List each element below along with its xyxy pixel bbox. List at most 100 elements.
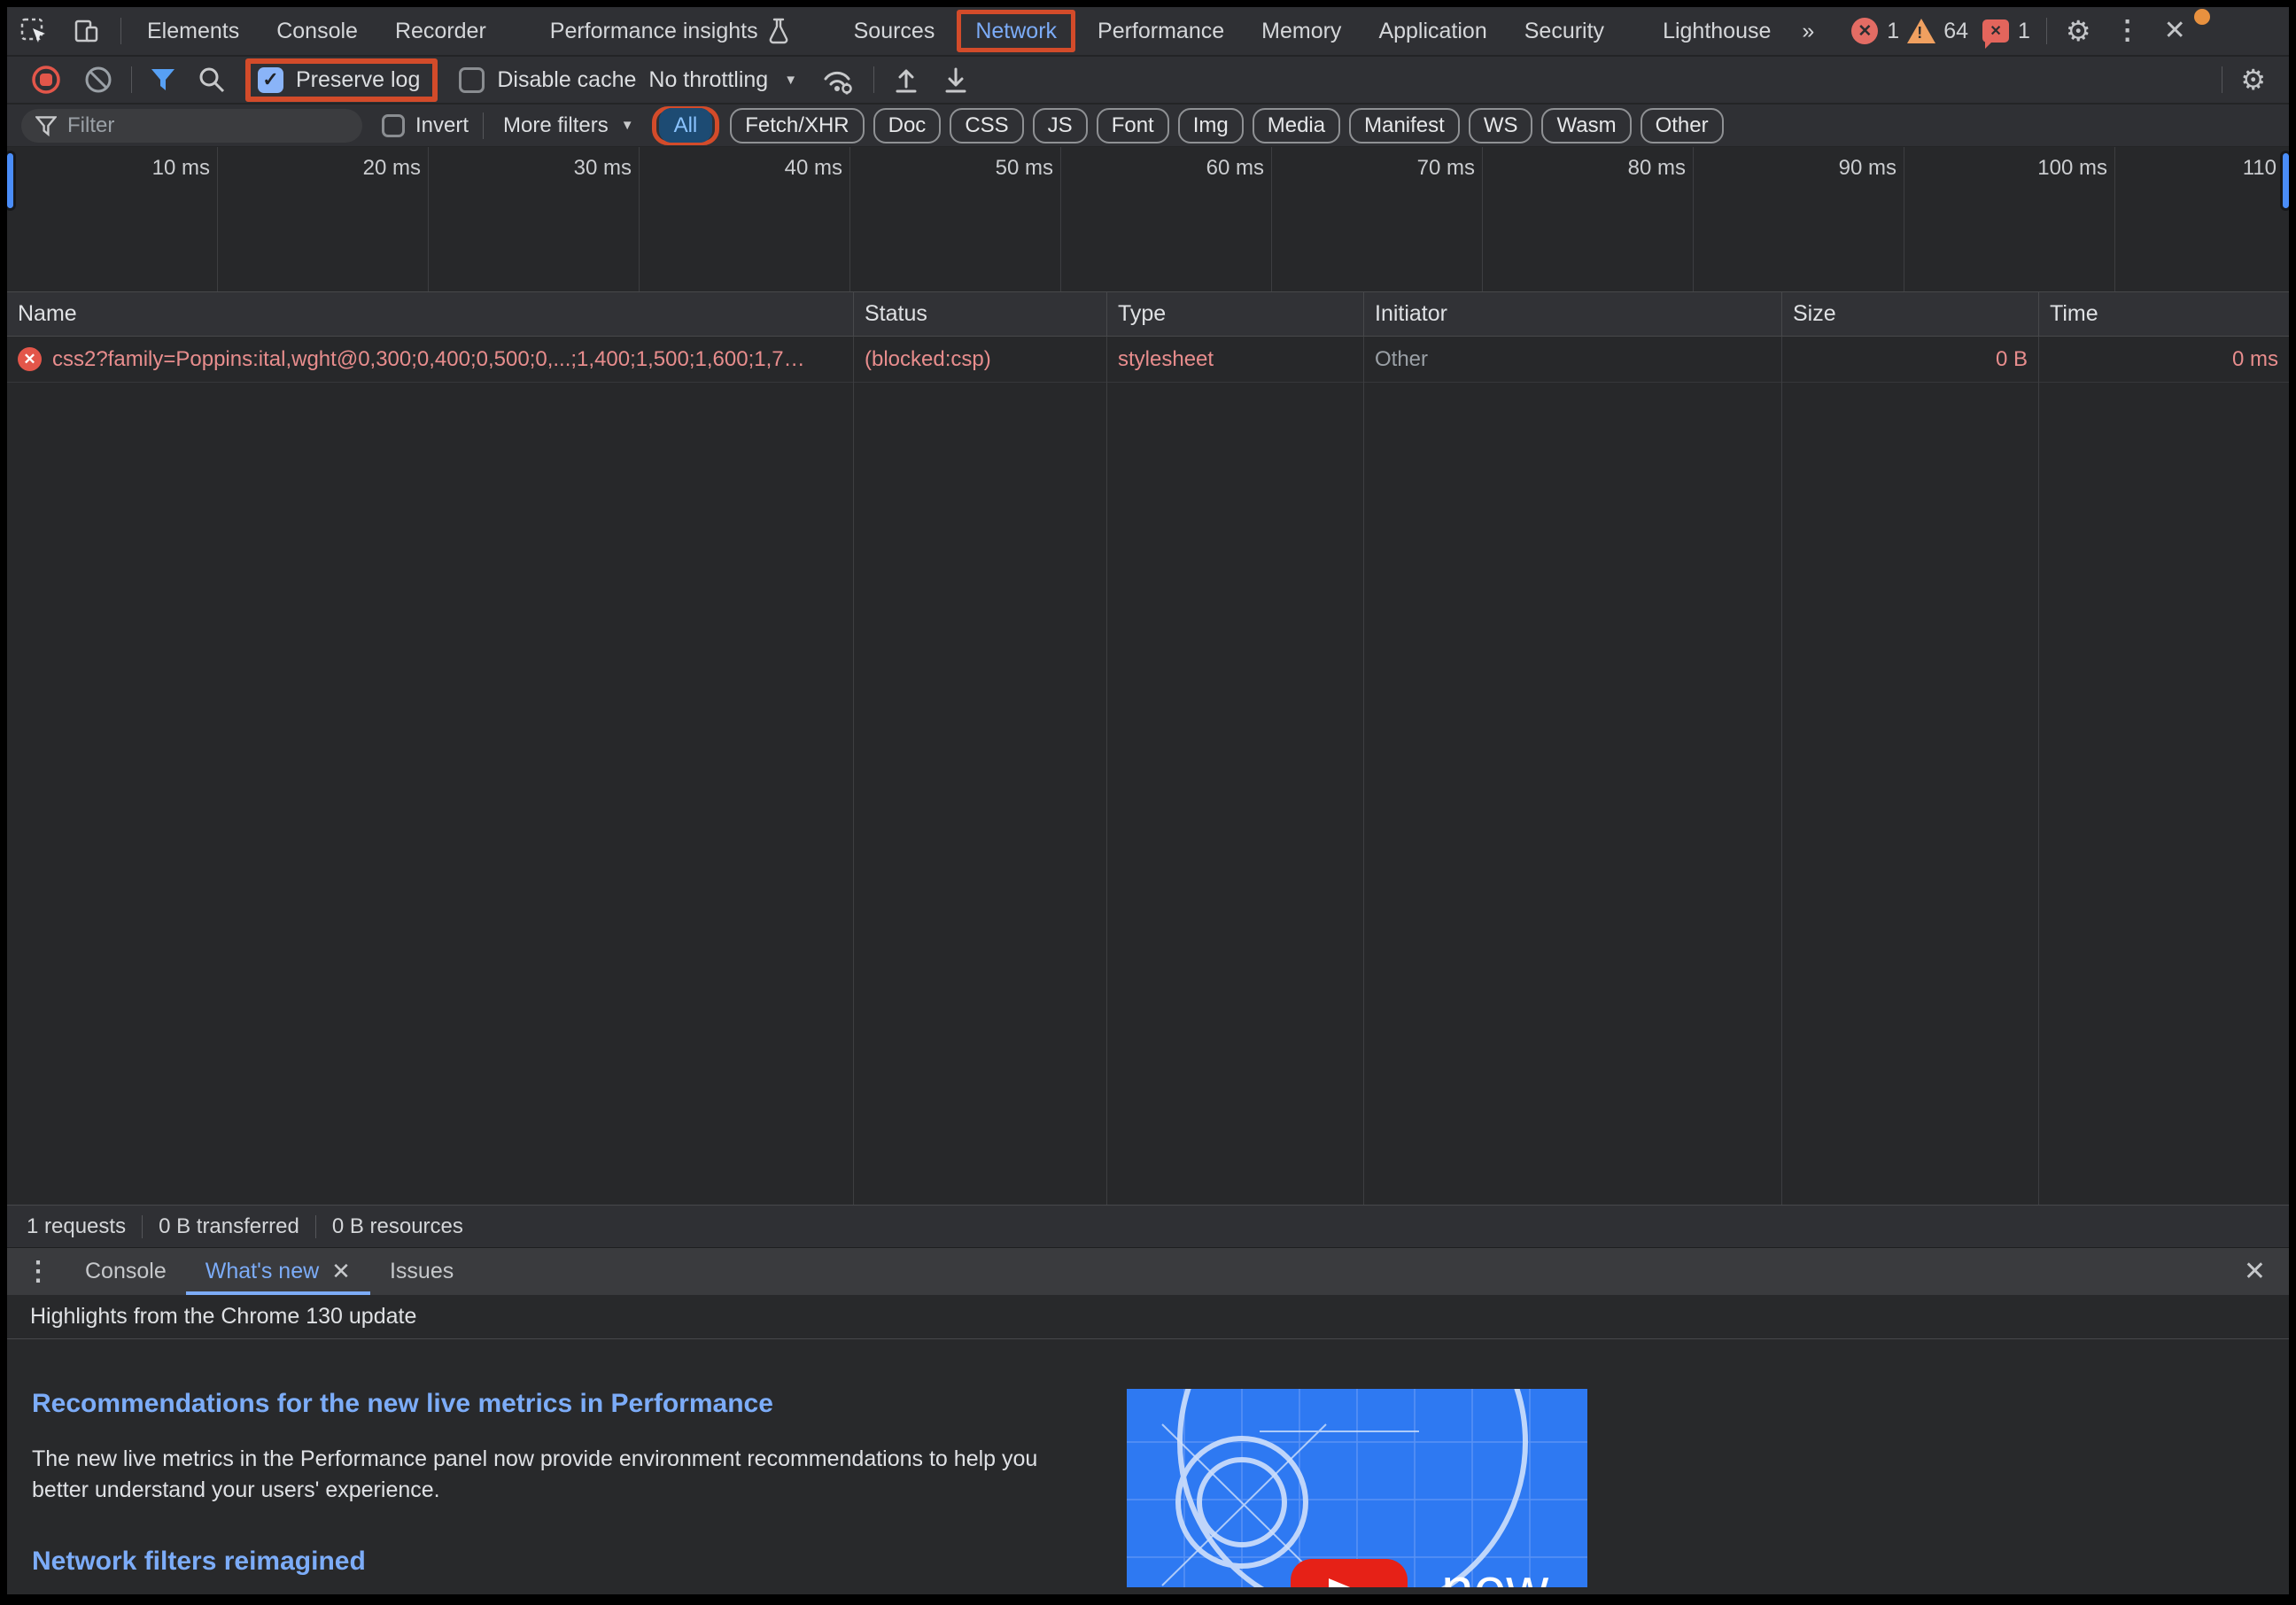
pill-wasm[interactable]: Wasm (1541, 108, 1631, 143)
search-icon[interactable] (187, 66, 237, 94)
tab-sources[interactable]: Sources (835, 7, 954, 55)
clear-network-log-icon[interactable] (73, 65, 124, 95)
whats-new-section1-body: The new live metrics in the Performance … (32, 1444, 1068, 1506)
pill-fetch-xhr[interactable]: Fetch/XHR (730, 108, 864, 143)
request-row-time[interactable]: 0 ms (2039, 337, 2289, 383)
tab-application[interactable]: Application (1360, 7, 1505, 55)
more-tabs-chevron[interactable]: » (1789, 7, 1827, 55)
pill-img[interactable]: Img (1178, 108, 1244, 143)
tab-console[interactable]: Console (258, 7, 376, 55)
column-initiator: Other (1364, 337, 1782, 1205)
preserve-log-checkbox[interactable]: ✓ (258, 67, 283, 93)
issue-counters[interactable]: ✕ 1 ! 64 ✕ 1 (1851, 18, 2030, 44)
column-header-status[interactable]: Status (854, 292, 1107, 336)
pill-css[interactable]: CSS (950, 108, 1023, 143)
overview-right-handle[interactable] (2280, 151, 2289, 211)
request-row-name[interactable]: ✕ css2?family=Poppins:ital,wght@0,300;0,… (7, 337, 853, 383)
close-devtools-icon[interactable]: ✕ (2152, 18, 2198, 44)
transferred-size: 0 B transferred (143, 1214, 315, 1239)
pill-doc[interactable]: Doc (873, 108, 942, 143)
device-toolbar-icon[interactable] (60, 16, 113, 46)
tab-elements[interactable]: Elements (128, 7, 258, 55)
dropdown-arrow-icon: ▼ (621, 118, 634, 133)
whats-new-panel: Highlights from the Chrome 130 update Re… (7, 1295, 2289, 1594)
issues-count: 1 (2018, 19, 2030, 44)
drawer-tab-whats-new[interactable]: What's new ✕ (186, 1248, 370, 1295)
tab-performance-insights[interactable]: Performance insights (531, 7, 809, 55)
network-overview-timeline[interactable]: 10 ms 20 ms 30 ms 40 ms 50 ms 60 ms 70 m… (7, 147, 2289, 292)
whats-new-section2-title[interactable]: Network filters reimagined (32, 1547, 1068, 1577)
column-header-time[interactable]: Time (2039, 292, 2289, 336)
toolbar-divider (2046, 18, 2047, 44)
pill-font[interactable]: Font (1097, 108, 1169, 143)
disable-cache-checkbox[interactable] (459, 67, 485, 93)
pill-ws[interactable]: WS (1469, 108, 1533, 143)
more-filters-dropdown[interactable]: More filters ▼ (503, 113, 634, 138)
network-conditions-icon[interactable] (810, 65, 866, 95)
column-header-name[interactable]: Name (7, 292, 854, 336)
devtools-window: Elements Console Recorder Performance in… (0, 0, 2296, 1605)
request-row-initiator[interactable]: Other (1364, 337, 1781, 383)
pill-other[interactable]: Other (1641, 108, 1724, 143)
timeline-tick: 20 ms (218, 147, 429, 291)
record-network-log-icon[interactable] (19, 64, 73, 96)
thumbnail-new-text: new (1441, 1555, 1548, 1587)
whats-new-section1-title[interactable]: Recommendations for the new live metrics… (32, 1389, 1068, 1419)
drawer-menu-icon[interactable]: ⋮ (7, 1256, 66, 1287)
invert-checkbox[interactable] (382, 114, 405, 137)
play-button-icon (1291, 1559, 1408, 1587)
pill-manifest[interactable]: Manifest (1349, 108, 1460, 143)
main-tab-bar: Elements Console Recorder Performance in… (7, 7, 2289, 57)
drawer-close-icon[interactable]: ✕ (2221, 1256, 2289, 1287)
column-header-type[interactable]: Type (1107, 292, 1364, 336)
warning-badge-icon: ! (1908, 18, 1935, 44)
export-har-icon[interactable] (931, 66, 981, 94)
timeline-tick: 40 ms (640, 147, 850, 291)
drawer-tab-console[interactable]: Console (66, 1248, 186, 1295)
network-toolbar: ✓ Preserve log Disable cache No throttli… (7, 57, 2289, 105)
request-row-type[interactable]: stylesheet (1107, 337, 1363, 383)
column-header-initiator[interactable]: Initiator (1364, 292, 1782, 336)
tab-lighthouse[interactable]: Lighthouse (1644, 7, 1789, 55)
inspect-element-icon[interactable] (7, 16, 60, 46)
toolbar-divider (120, 18, 121, 44)
column-status: (blocked:csp) (854, 337, 1107, 1205)
pill-all[interactable]: All (659, 108, 713, 143)
settings-gear-icon[interactable]: ⚙ (2054, 17, 2103, 45)
dropdown-arrow-icon: ▼ (784, 73, 797, 88)
drawer-tab-bar: ⋮ Console What's new ✕ Issues ✕ (7, 1247, 2289, 1295)
tab-network[interactable]: Network (963, 14, 1069, 48)
disable-cache-label: Disable cache (497, 67, 636, 93)
tab-close-icon[interactable]: ✕ (331, 1258, 351, 1285)
tab-recorder[interactable]: Recorder (376, 7, 505, 55)
throttling-select[interactable]: No throttling ▼ (648, 67, 797, 93)
annotation-network-tab: Network (957, 10, 1075, 52)
toolbar-divider (873, 66, 874, 93)
filter-funnel-icon[interactable] (139, 67, 187, 92)
request-row-status[interactable]: (blocked:csp) (854, 337, 1106, 383)
filter-funnel-small-icon (35, 115, 57, 136)
issues-badge-icon: ✕ (1982, 19, 2009, 43)
column-type: stylesheet (1107, 337, 1364, 1205)
import-har-icon[interactable] (881, 66, 931, 94)
tab-memory[interactable]: Memory (1243, 7, 1360, 55)
throttling-value: No throttling (648, 67, 768, 93)
tab-performance[interactable]: Performance (1079, 7, 1243, 55)
request-row-size[interactable]: 0 B (1782, 337, 2038, 383)
filter-input[interactable] (67, 113, 348, 138)
devtools-frame: Elements Console Recorder Performance in… (7, 7, 2289, 1594)
timeline-tick: 30 ms (429, 147, 640, 291)
column-header-size[interactable]: Size (1782, 292, 2039, 336)
column-size: 0 B (1782, 337, 2039, 1205)
requests-count: 1 requests (11, 1214, 142, 1239)
network-settings-gear-icon[interactable]: ⚙ (2230, 66, 2277, 94)
overview-left-handle[interactable] (7, 151, 16, 211)
warning-count: 64 (1943, 19, 1968, 44)
pill-media[interactable]: Media (1253, 108, 1340, 143)
timeline-tick: 10 ms (7, 147, 218, 291)
more-options-icon[interactable]: ⋮ (2103, 18, 2152, 44)
pill-js[interactable]: JS (1033, 108, 1088, 143)
whats-new-video-thumbnail[interactable]: new (1127, 1389, 1587, 1587)
drawer-tab-issues[interactable]: Issues (370, 1248, 473, 1295)
tab-security[interactable]: Security (1506, 7, 1623, 55)
